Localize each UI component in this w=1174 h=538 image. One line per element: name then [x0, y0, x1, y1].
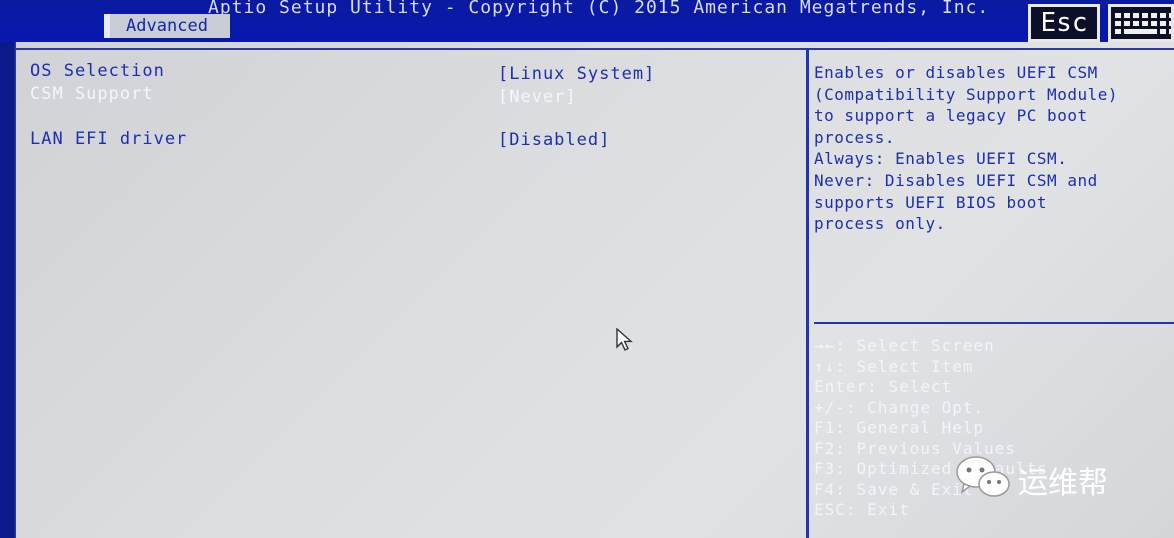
value-csm-support[interactable]: [Never]: [498, 87, 577, 107]
help-line: (Compatibility Support Module): [814, 84, 1118, 104]
title-bar: Aptio Setup Utility - Copyright (C) 2015…: [0, 0, 1174, 42]
setting-os-selection[interactable]: OS Selection: [30, 61, 165, 81]
tab-advanced[interactable]: Advanced: [104, 14, 230, 38]
help-line: process only.: [814, 214, 946, 234]
key-help-divider: [814, 322, 1174, 324]
window-title: Aptio Setup Utility - Copyright (C) 2015…: [208, 0, 990, 18]
key-help-select-screen: →←: Select Screen: [814, 336, 995, 355]
key-help-esc: ESC: Exit: [814, 500, 910, 519]
help-text: Enables or disables UEFI CSM (Compatibil…: [814, 62, 1170, 235]
setting-csm-support[interactable]: CSM Support: [30, 84, 154, 104]
top-divider: [16, 48, 1174, 50]
help-line: Always: Enables UEFI CSM.: [814, 149, 1068, 169]
key-help-select-item: ↑↓: Select Item: [814, 356, 974, 376]
key-help-change-opt: +/-: Change Opt.: [814, 397, 985, 417]
wechat-icon: [956, 456, 1010, 497]
tab-accent: [104, 14, 110, 38]
keyboard-button[interactable]: [1108, 4, 1174, 42]
key-help-f1: F1: General Help: [814, 418, 985, 437]
watermark-text: 运维帮: [1018, 466, 1108, 501]
watermark: 运维帮: [954, 454, 1138, 501]
value-os-selection[interactable]: [Linux System]: [498, 64, 655, 84]
mouse-pointer-icon: [616, 328, 633, 351]
help-line: process.: [814, 127, 896, 147]
key-help-enter: Enter: Select: [814, 377, 953, 396]
left-border: [0, 42, 16, 538]
help-line: Enables or disables UEFI CSM: [814, 63, 1098, 82]
help-line: supports UEFI BIOS boot: [814, 192, 1048, 212]
esc-button[interactable]: Esc: [1028, 4, 1100, 42]
keyboard-icon: [1115, 13, 1171, 34]
setting-lan-efi-driver[interactable]: LAN EFI driver: [30, 129, 187, 149]
value-lan-efi-driver[interactable]: [Disabled]: [498, 130, 610, 150]
help-line: Never: Disables UEFI CSM and: [814, 170, 1098, 190]
help-line: to support a legacy PC boot: [814, 106, 1088, 126]
help-divider: [806, 48, 809, 538]
